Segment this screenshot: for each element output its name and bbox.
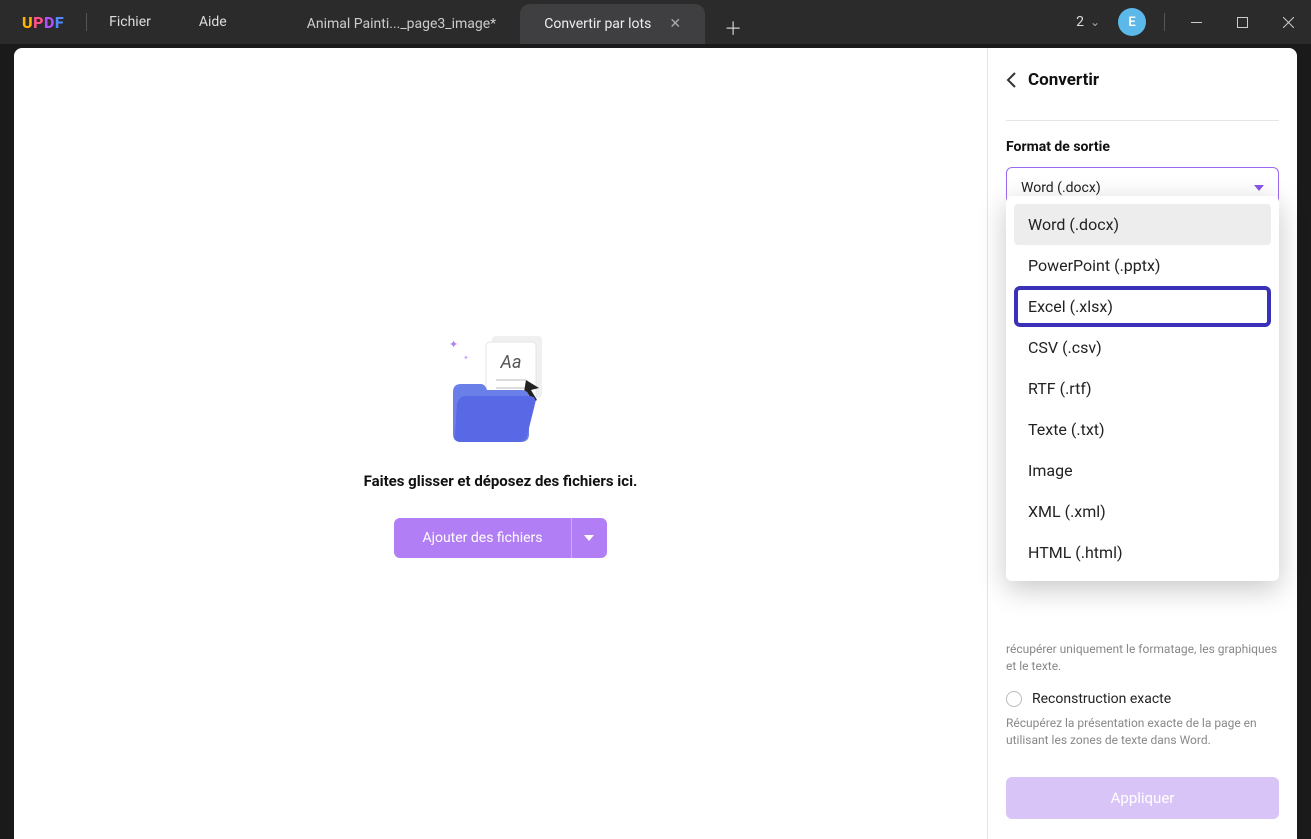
divider: [1164, 13, 1165, 31]
panel-title: Convertir: [1028, 70, 1099, 90]
chevron-down-icon[interactable]: ⌄: [1090, 15, 1100, 29]
folder-illustration: Aa ✦ ✦: [431, 330, 571, 450]
reconstruction-option[interactable]: Reconstruction exacte: [1006, 691, 1279, 707]
close-icon[interactable]: ✕: [669, 16, 681, 32]
format-dropdown: Word (.docx) PowerPoint (.pptx) Excel (.…: [1006, 196, 1279, 581]
close-window-button[interactable]: [1265, 0, 1311, 44]
tab-document[interactable]: Animal Painti..._page3_image*: [283, 4, 520, 44]
format-option-excel[interactable]: Excel (.xlsx): [1014, 286, 1271, 327]
svg-text:✦: ✦: [449, 338, 458, 351]
svg-text:✦: ✦: [463, 354, 469, 362]
format-option-text[interactable]: Texte (.txt): [1014, 409, 1271, 450]
format-option-image[interactable]: Image: [1014, 450, 1271, 491]
titlebar-right: 2 ⌄ E: [1076, 0, 1311, 44]
notification-count[interactable]: 2: [1076, 14, 1084, 30]
output-format-label: Format de sortie: [1006, 139, 1279, 155]
tab-label: Convertir par lots: [544, 16, 651, 32]
drop-zone[interactable]: Aa ✦ ✦ Faites glisser et déposez des fic…: [14, 48, 987, 839]
minimize-button[interactable]: [1173, 0, 1219, 44]
select-value: Word (.docx): [1021, 180, 1101, 196]
maximize-button[interactable]: [1219, 0, 1265, 44]
panel-header: Convertir: [1006, 70, 1279, 90]
format-option-word[interactable]: Word (.docx): [1014, 204, 1271, 245]
format-option-xml[interactable]: XML (.xml): [1014, 491, 1271, 532]
format-option-powerpoint[interactable]: PowerPoint (.pptx): [1014, 245, 1271, 286]
tab-bar: Animal Painti..._page3_image* Convertir …: [283, 0, 749, 44]
app-logo: UPDF: [22, 13, 64, 32]
svg-text:Aa: Aa: [499, 352, 521, 373]
convert-panel: Convertir Format de sortie Word (.docx) …: [987, 48, 1297, 839]
format-option-html[interactable]: HTML (.html): [1014, 532, 1271, 573]
format-option-rtf[interactable]: RTF (.rtf): [1014, 368, 1271, 409]
reconstruction-description: Récupérez la présentation exacte de la p…: [1006, 715, 1279, 750]
format-option-csv[interactable]: CSV (.csv): [1014, 327, 1271, 368]
caret-down-icon: [1254, 185, 1264, 191]
add-files-button[interactable]: Ajouter des fichiers: [394, 518, 606, 558]
apply-button[interactable]: Appliquer: [1006, 777, 1279, 819]
radio-label: Reconstruction exacte: [1032, 691, 1171, 707]
radio-icon: [1006, 691, 1022, 707]
add-files-dropdown[interactable]: [571, 518, 607, 558]
new-tab-button[interactable]: ＋: [717, 12, 749, 44]
menu-help[interactable]: Aide: [199, 14, 227, 30]
option-description-partial: récupérer uniquement le formatage, les g…: [1006, 641, 1279, 675]
menu-file[interactable]: Fichier: [109, 14, 151, 30]
drop-instruction: Faites glisser et déposez des fichiers i…: [364, 472, 638, 490]
divider: [1006, 120, 1279, 121]
back-icon[interactable]: [1006, 72, 1016, 88]
tab-batch-convert[interactable]: Convertir par lots ✕: [520, 4, 705, 44]
user-avatar[interactable]: E: [1118, 8, 1146, 36]
titlebar: UPDF Fichier Aide Animal Painti..._page3…: [0, 0, 1311, 44]
add-files-label: Ajouter des fichiers: [394, 518, 570, 558]
divider: [86, 13, 87, 31]
tab-label: Animal Painti..._page3_image*: [307, 16, 496, 32]
content-area: Aa ✦ ✦ Faites glisser et déposez des fic…: [14, 48, 1297, 839]
